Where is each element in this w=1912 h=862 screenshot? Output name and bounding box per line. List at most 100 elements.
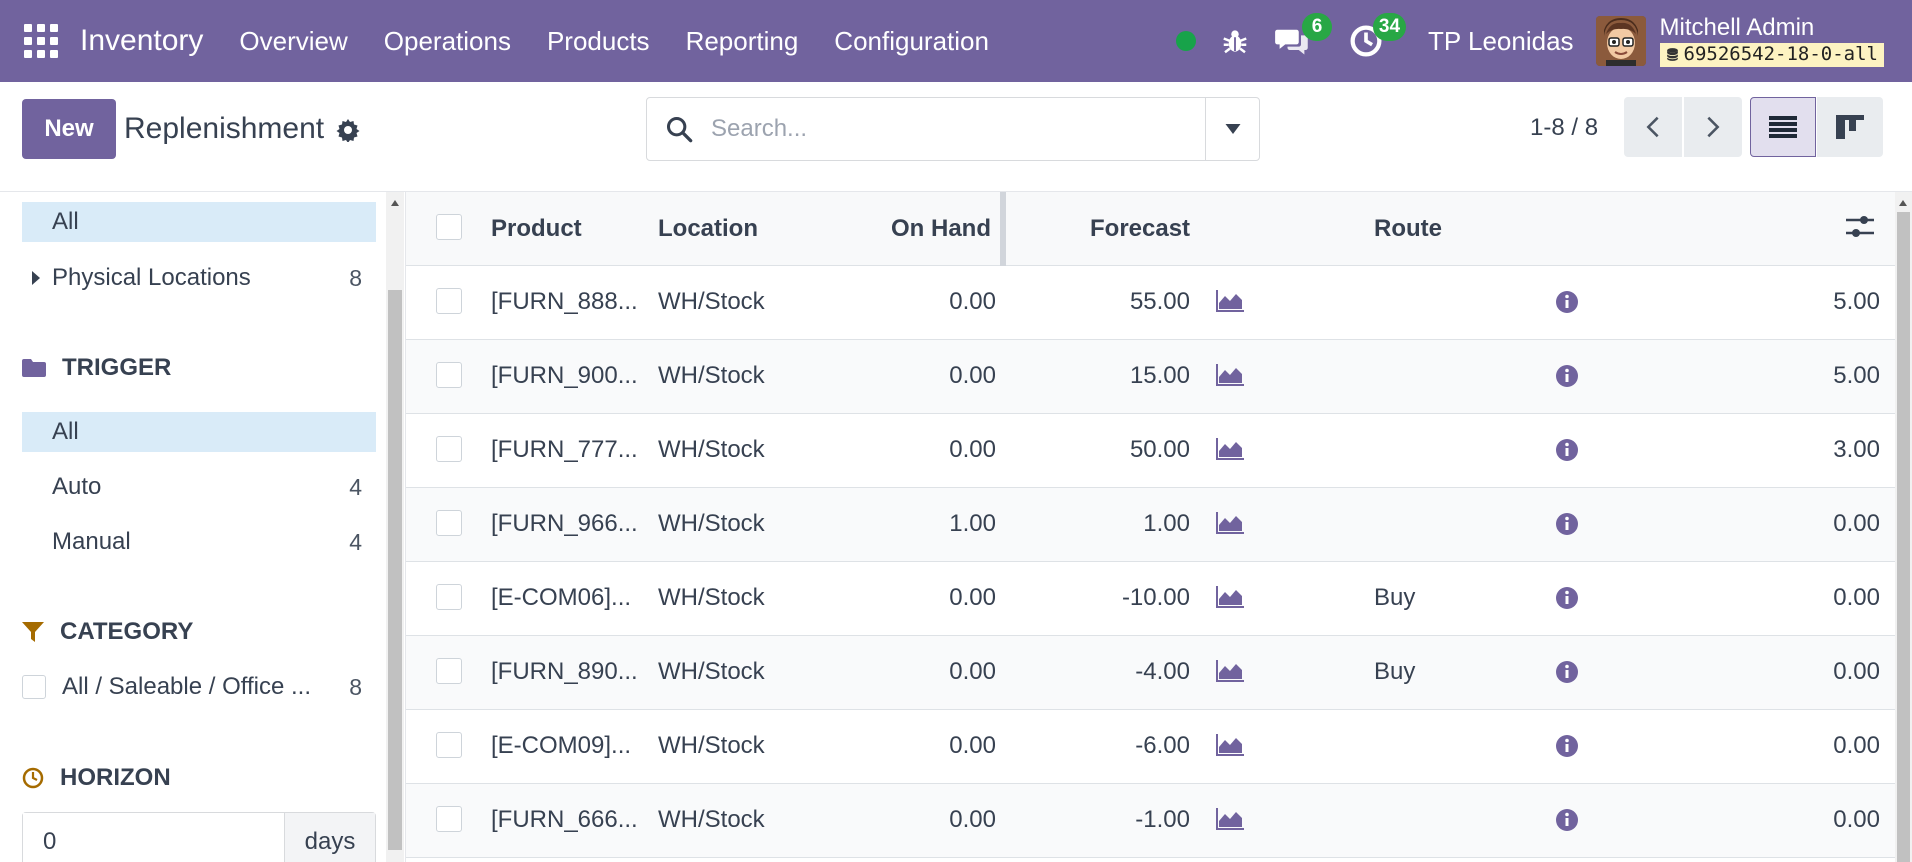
forecast-graph-icon[interactable] xyxy=(1216,734,1244,763)
search-options-toggle[interactable] xyxy=(1205,98,1259,160)
user-menu[interactable]: Mitchell Admin 69526542-18-0-all xyxy=(1659,15,1884,67)
trigger-manual[interactable]: Manual 4 xyxy=(22,522,376,562)
cell-min-qty[interactable]: 0.00 xyxy=(1756,658,1880,686)
company-switcher[interactable]: TP Leonidas xyxy=(1428,26,1574,57)
new-button[interactable]: New xyxy=(22,99,116,159)
menu-configuration[interactable]: Configuration xyxy=(834,26,989,57)
forecast-graph-icon[interactable] xyxy=(1216,290,1244,319)
bug-icon[interactable] xyxy=(1220,26,1250,56)
forecast-graph-icon[interactable] xyxy=(1216,364,1244,393)
info-icon[interactable] xyxy=(1556,809,1578,838)
forecast-graph-icon[interactable] xyxy=(1216,660,1244,689)
cell-location[interactable]: WH/Stock xyxy=(658,732,765,760)
cell-on-hand[interactable]: 1.00 xyxy=(906,510,996,538)
table-row[interactable]: [FURN_890... WH/Stock 0.00 -4.00 Buy 0.00 xyxy=(406,636,1895,710)
cell-on-hand[interactable]: 0.00 xyxy=(906,584,996,612)
table-row[interactable]: [E-COM06]... WH/Stock 0.00 -10.00 Buy 0.00 xyxy=(406,562,1895,636)
pager-next-button[interactable] xyxy=(1684,97,1742,157)
info-icon[interactable] xyxy=(1556,587,1578,616)
cell-min-qty[interactable]: 0.00 xyxy=(1756,806,1880,834)
cell-product[interactable]: [FURN_888... xyxy=(491,288,638,316)
row-checkbox[interactable] xyxy=(436,732,462,758)
cell-forecast[interactable]: 15.00 xyxy=(1066,362,1190,390)
caret-right-icon[interactable] xyxy=(32,271,40,285)
cell-location[interactable]: WH/Stock xyxy=(658,436,765,464)
gear-icon[interactable] xyxy=(336,118,360,142)
activities-button[interactable]: 34 xyxy=(1346,13,1407,61)
menu-reporting[interactable]: Reporting xyxy=(686,26,799,57)
location-physical[interactable]: Physical Locations 8 xyxy=(22,258,376,298)
cell-on-hand[interactable]: 0.00 xyxy=(906,806,996,834)
menu-overview[interactable]: Overview xyxy=(239,26,347,57)
cell-forecast[interactable]: -4.00 xyxy=(1066,658,1190,686)
row-checkbox[interactable] xyxy=(436,288,462,314)
cell-route[interactable]: Buy xyxy=(1374,658,1415,686)
cell-min-qty[interactable]: 0.00 xyxy=(1756,510,1880,538)
table-row[interactable]: [FURN_666... WH/Stock 0.00 -1.00 0.00 xyxy=(406,784,1895,858)
table-scroll-thumb[interactable] xyxy=(1897,212,1910,862)
cell-product[interactable]: [FURN_966... xyxy=(491,510,638,538)
menu-operations[interactable]: Operations xyxy=(384,26,511,57)
header-forecast[interactable]: Forecast xyxy=(1090,215,1190,243)
column-resize-handle[interactable] xyxy=(1000,192,1006,266)
cell-on-hand[interactable]: 0.00 xyxy=(906,732,996,760)
table-row[interactable]: [FURN_966... WH/Stock 1.00 1.00 0.00 xyxy=(406,488,1895,562)
horizon-input[interactable] xyxy=(23,813,285,862)
table-row[interactable]: [FURN_777... WH/Stock 0.00 50.00 3.00 xyxy=(406,414,1895,488)
row-checkbox[interactable] xyxy=(436,658,462,684)
pager-previous-button[interactable] xyxy=(1624,97,1682,157)
row-checkbox[interactable] xyxy=(436,584,462,610)
cell-forecast[interactable]: 55.00 xyxy=(1066,288,1190,316)
info-icon[interactable] xyxy=(1556,439,1578,468)
header-on-hand[interactable]: On Hand xyxy=(891,215,991,243)
cell-location[interactable]: WH/Stock xyxy=(658,510,765,538)
cell-product[interactable]: [FURN_777... xyxy=(491,436,638,464)
cell-location[interactable]: WH/Stock xyxy=(658,806,765,834)
cell-location[interactable]: WH/Stock xyxy=(658,362,765,390)
header-route[interactable]: Route xyxy=(1374,215,1442,243)
sidebar-scroll-thumb[interactable] xyxy=(388,290,402,850)
info-icon[interactable] xyxy=(1556,735,1578,764)
row-checkbox[interactable] xyxy=(436,362,462,388)
cell-min-qty[interactable]: 5.00 xyxy=(1756,288,1880,316)
row-checkbox[interactable] xyxy=(436,436,462,462)
app-brand[interactable]: Inventory xyxy=(80,24,203,58)
cell-forecast[interactable]: -6.00 xyxy=(1066,732,1190,760)
cell-route[interactable]: Buy xyxy=(1374,584,1415,612)
trigger-auto[interactable]: Auto 4 xyxy=(22,467,376,507)
cell-on-hand[interactable]: 0.00 xyxy=(906,658,996,686)
cell-location[interactable]: WH/Stock xyxy=(658,584,765,612)
cell-product[interactable]: [E-COM06]... xyxy=(491,584,631,612)
cell-min-qty[interactable]: 0.00 xyxy=(1756,732,1880,760)
cell-min-qty[interactable]: 0.00 xyxy=(1756,584,1880,612)
table-scrollbar[interactable] xyxy=(1895,192,1912,862)
cell-on-hand[interactable]: 0.00 xyxy=(906,436,996,464)
presence-status-icon[interactable] xyxy=(1176,31,1197,51)
cell-min-qty[interactable]: 3.00 xyxy=(1756,436,1880,464)
trigger-all[interactable]: All xyxy=(22,412,376,452)
header-location[interactable]: Location xyxy=(658,215,758,243)
table-row[interactable]: [FURN_888... WH/Stock 0.00 55.00 5.00 xyxy=(406,266,1895,340)
info-icon[interactable] xyxy=(1556,291,1578,320)
cell-product[interactable]: [FURN_900... xyxy=(491,362,638,390)
row-checkbox[interactable] xyxy=(436,806,462,832)
select-all-checkbox[interactable] xyxy=(436,214,462,240)
header-product[interactable]: Product xyxy=(491,215,582,243)
forecast-graph-icon[interactable] xyxy=(1216,808,1244,837)
category-checkbox[interactable] xyxy=(22,675,46,699)
cell-forecast[interactable]: 50.00 xyxy=(1066,436,1190,464)
cell-product[interactable]: [FURN_890... xyxy=(491,658,638,686)
optional-columns-icon[interactable] xyxy=(1846,214,1874,240)
cell-forecast[interactable]: -1.00 xyxy=(1066,806,1190,834)
forecast-graph-icon[interactable] xyxy=(1216,512,1244,541)
cell-location[interactable]: WH/Stock xyxy=(658,658,765,686)
apps-menu-icon[interactable] xyxy=(24,24,58,58)
forecast-graph-icon[interactable] xyxy=(1216,438,1244,467)
cell-min-qty[interactable]: 5.00 xyxy=(1756,362,1880,390)
cell-on-hand[interactable]: 0.00 xyxy=(906,362,996,390)
row-checkbox[interactable] xyxy=(436,510,462,536)
info-icon[interactable] xyxy=(1556,661,1578,690)
forecast-graph-icon[interactable] xyxy=(1216,586,1244,615)
kanban-view-button[interactable] xyxy=(1817,97,1883,157)
search-input[interactable] xyxy=(711,115,1191,143)
